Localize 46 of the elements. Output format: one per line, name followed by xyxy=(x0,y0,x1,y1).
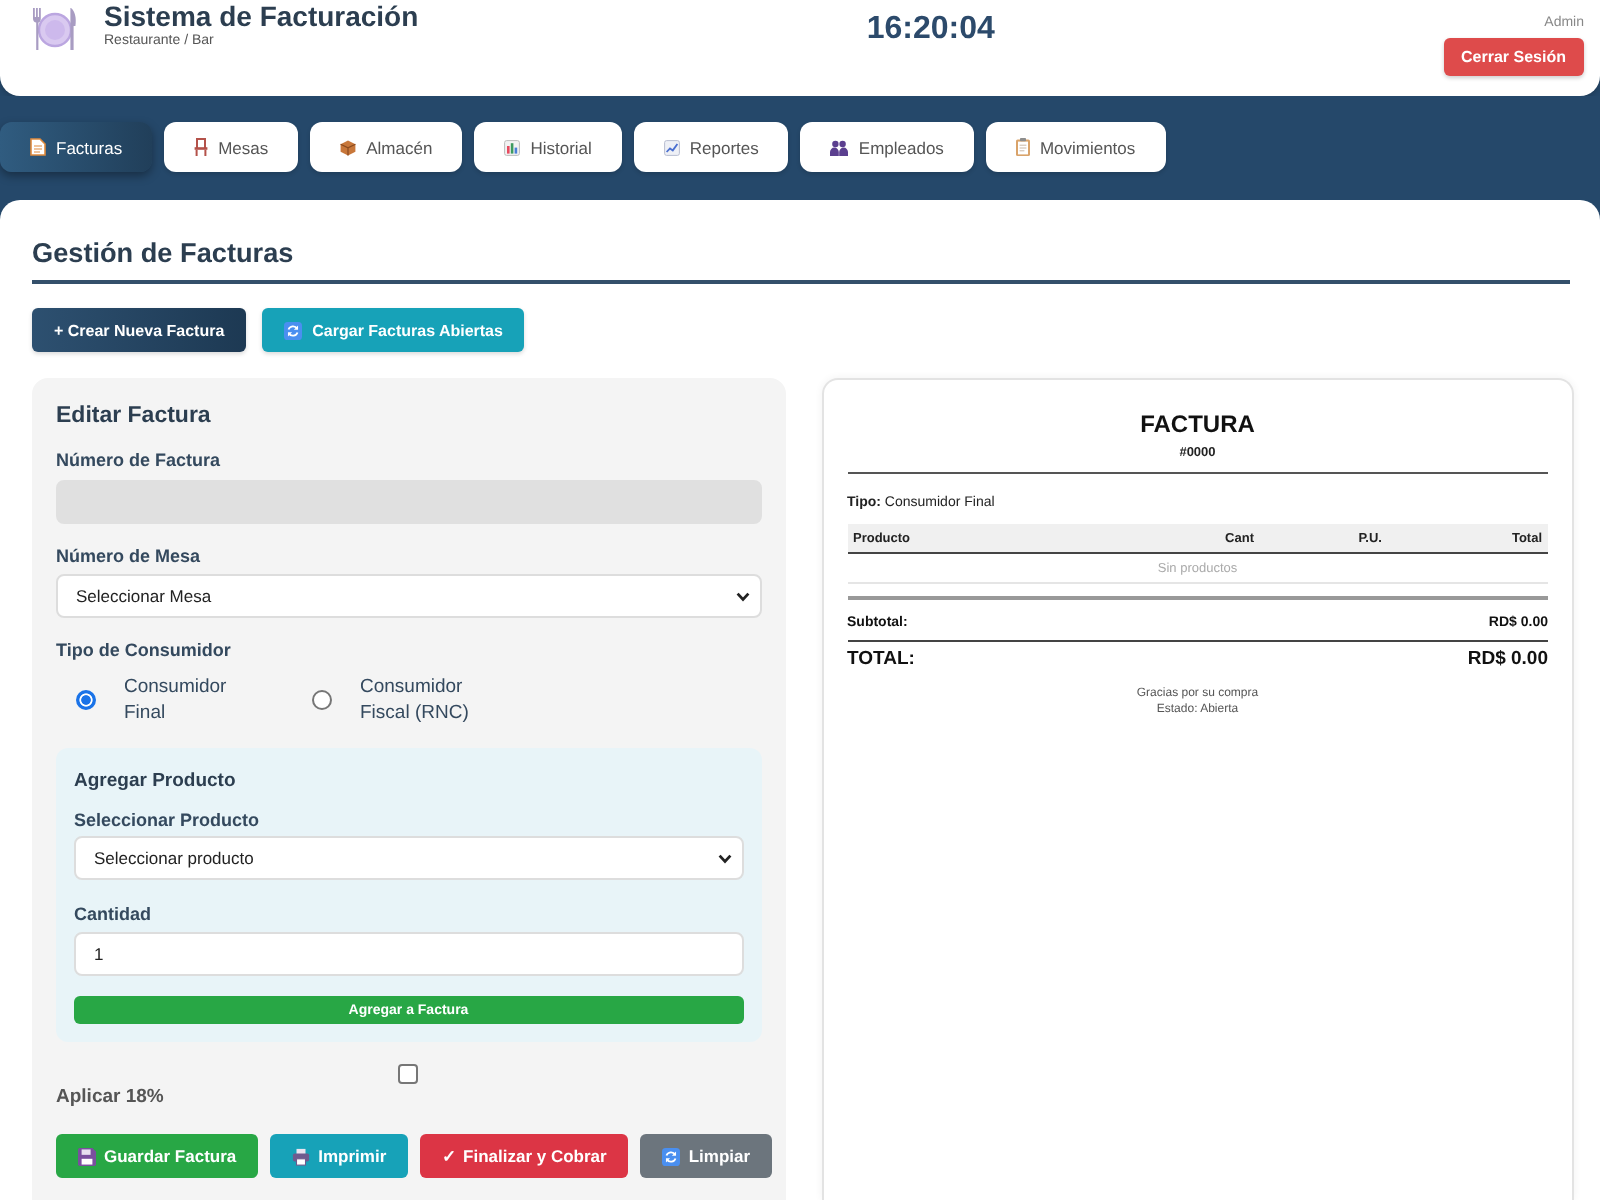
radio-label[interactable]: Consumidor Fiscal (RNC) xyxy=(360,674,484,726)
chevron-down-icon xyxy=(717,853,731,863)
field-label: Tipo de Consumidor xyxy=(56,638,231,664)
total-label: TOTAL: xyxy=(847,648,915,672)
field-label: Seleccionar Producto xyxy=(74,808,260,834)
nav-tab[interactable]: Mesas xyxy=(164,122,299,172)
field-label: Cantidad xyxy=(74,902,152,928)
chevron-down-icon xyxy=(735,591,749,601)
clipboard-icon xyxy=(1015,138,1030,156)
line-chart-icon xyxy=(663,139,680,155)
nav-tab[interactable]: Movimientos xyxy=(985,122,1166,172)
product-select[interactable]: Seleccionar producto xyxy=(74,836,743,880)
refresh-icon xyxy=(662,1147,681,1165)
people-icon xyxy=(830,139,849,155)
nav-tab[interactable]: Almacén xyxy=(310,122,463,172)
total-value: RD$ 0.00 xyxy=(1467,648,1548,672)
clock-time: 16:20:04 xyxy=(866,12,995,48)
box-icon xyxy=(340,139,357,155)
radio-button[interactable] xyxy=(312,690,332,710)
section-title: Agregar Producto xyxy=(74,768,236,796)
printer-icon xyxy=(292,1147,311,1165)
checkbox-label[interactable]: Aplicar 18% xyxy=(56,1084,164,1112)
app-title: Sistema de Facturación xyxy=(104,0,419,32)
plate-cutlery-icon xyxy=(30,4,78,52)
field-label: Número de Mesa xyxy=(56,544,201,570)
nav-tab[interactable]: Facturas xyxy=(0,122,153,172)
table-select[interactable]: Seleccionar Mesa xyxy=(56,574,761,618)
new-invoice-button[interactable]: + Crear Nueva Factura xyxy=(32,308,247,352)
checkbox[interactable] xyxy=(398,1064,419,1084)
page-title: Gestión de Facturas xyxy=(32,236,294,272)
clear-button[interactable]: Limpiar xyxy=(640,1134,773,1178)
nav-tab[interactable]: Empleados xyxy=(800,122,974,172)
refresh-icon xyxy=(284,321,303,339)
invoice-title: FACTURA xyxy=(1140,408,1255,440)
finalize-charge-button[interactable]: ✓ Finalizar y Cobrar xyxy=(420,1134,629,1178)
nav-tab[interactable]: Historial xyxy=(474,122,622,172)
radio-label[interactable]: Consumidor Final xyxy=(124,674,248,726)
quantity-field[interactable]: 1 xyxy=(74,932,743,976)
bar-chart-icon xyxy=(504,139,521,155)
field-label: Número de Factura xyxy=(56,448,221,474)
logout-button[interactable]: Cerrar Sesión xyxy=(1443,38,1584,76)
chair-icon xyxy=(194,138,209,156)
document-icon xyxy=(30,138,46,156)
nav-tab[interactable]: Reportes xyxy=(633,122,789,172)
radio-button[interactable] xyxy=(76,690,96,710)
section-title: Editar Factura xyxy=(56,402,211,430)
